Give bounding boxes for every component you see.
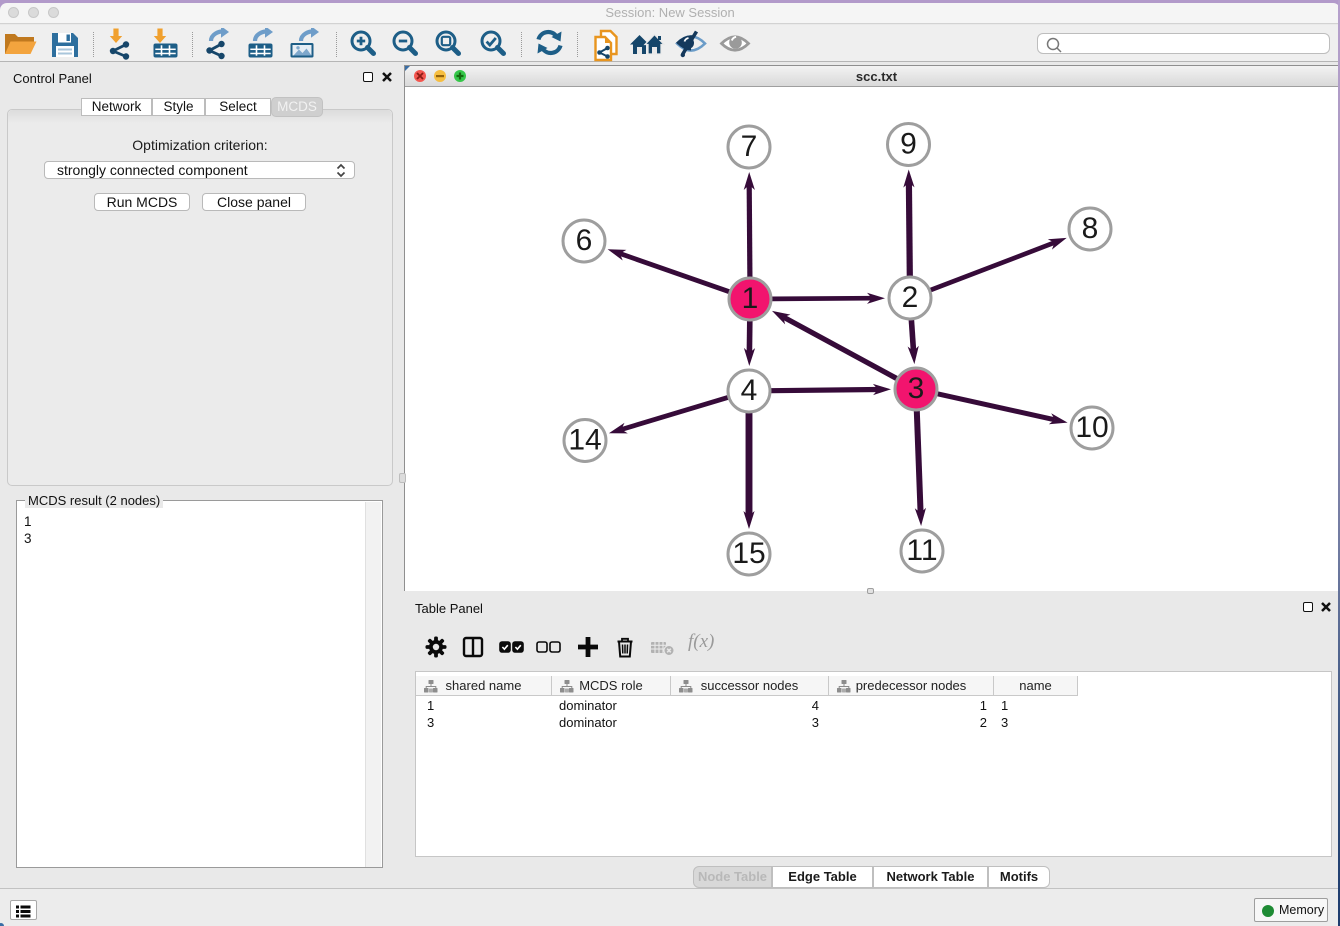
svg-text:3: 3: [908, 372, 925, 405]
svg-text:4: 4: [741, 374, 758, 407]
svg-text:10: 10: [1075, 411, 1108, 444]
svg-text:9: 9: [900, 128, 917, 161]
svg-text:11: 11: [906, 534, 937, 567]
svg-text:7: 7: [741, 130, 758, 163]
svg-text:15: 15: [732, 537, 765, 570]
svg-text:14: 14: [568, 424, 601, 457]
svg-text:6: 6: [576, 224, 593, 257]
svg-text:2: 2: [902, 281, 919, 314]
svg-text:8: 8: [1082, 212, 1099, 245]
svg-text:1: 1: [742, 282, 759, 315]
